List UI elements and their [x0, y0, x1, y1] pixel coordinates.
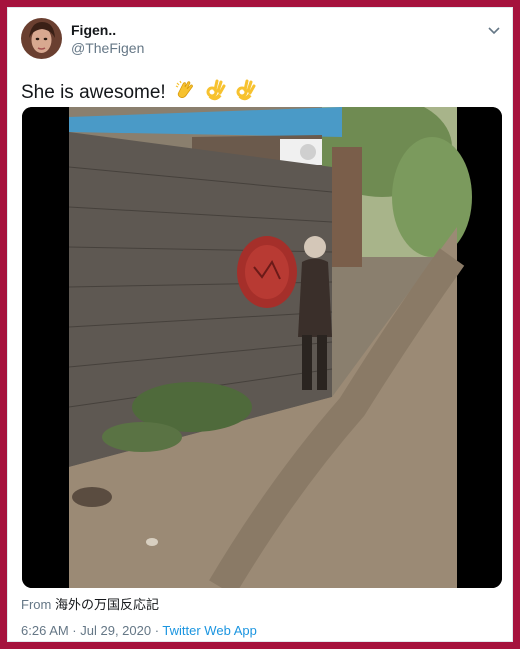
tweet-body: She is awesome!	[21, 82, 166, 104]
tweet-meta: 6:26 AM · Jul 29, 2020 · Twitter Web App	[21, 623, 257, 638]
source-attribution: From 海外の万国反応記	[21, 594, 159, 613]
user-handle[interactable]: @TheFigen	[71, 40, 144, 56]
source-label: From	[21, 597, 52, 612]
video-player[interactable]	[22, 107, 502, 588]
avatar[interactable]	[21, 18, 62, 59]
tweet-card: Figen.. @TheFigen She is awesome! From 海…	[7, 7, 513, 642]
ok-hand-icon	[234, 78, 256, 108]
chevron-down-icon[interactable]	[486, 22, 502, 38]
source-name[interactable]: 海外の万国反応記	[55, 597, 159, 612]
timestamp[interactable]: 6:26 AM · Jul 29, 2020 ·	[21, 623, 162, 638]
client-app-link[interactable]: Twitter Web App	[162, 623, 256, 638]
display-name[interactable]: Figen..	[71, 22, 116, 38]
tweet-text: She is awesome!	[21, 78, 256, 108]
clapping-hands-icon	[173, 78, 197, 108]
ok-hand-icon	[204, 78, 226, 108]
